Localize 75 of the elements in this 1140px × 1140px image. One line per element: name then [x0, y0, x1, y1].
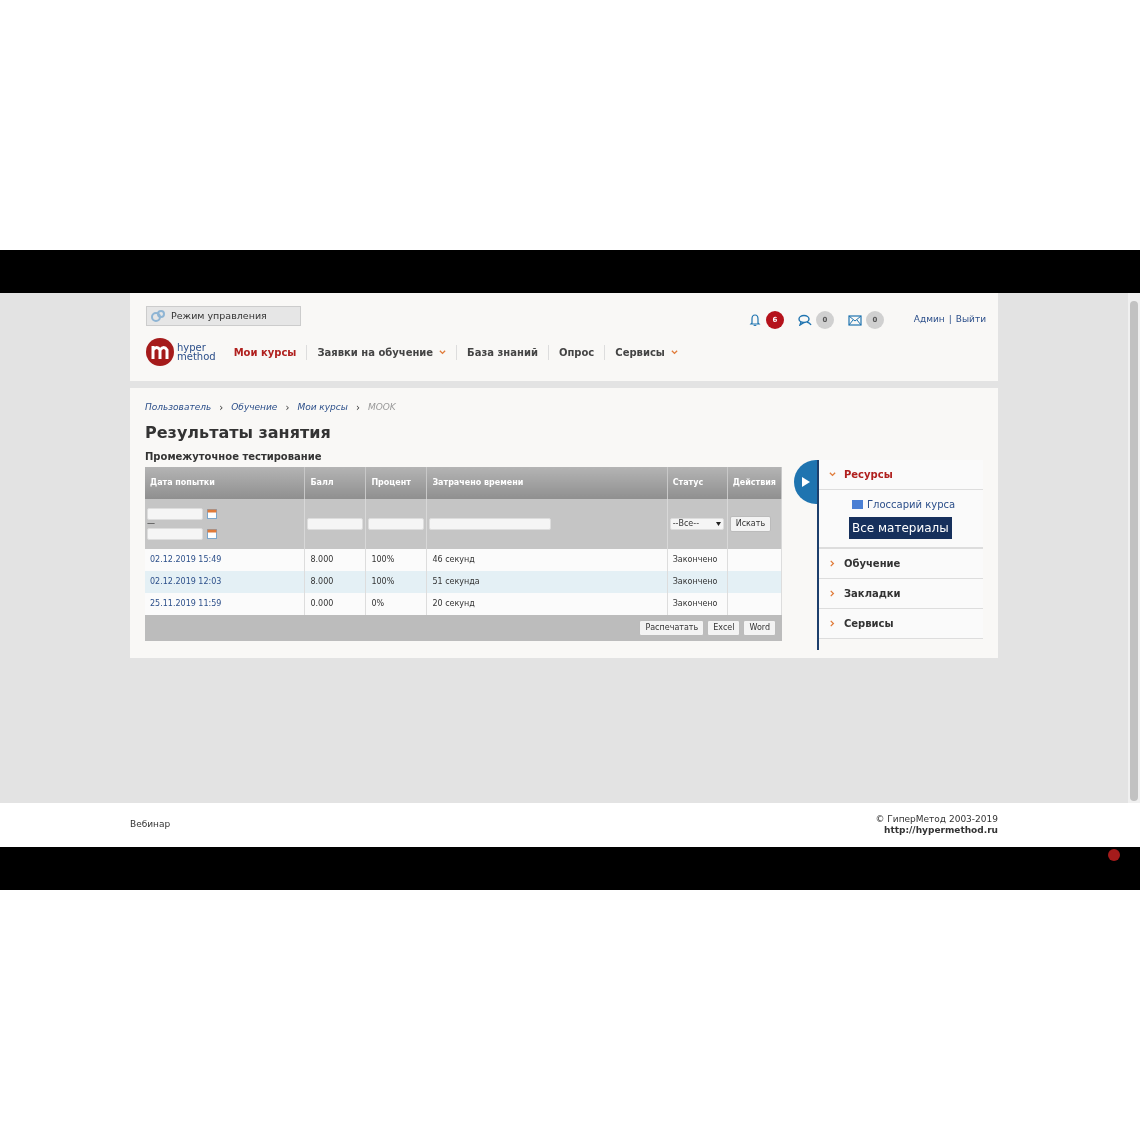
date-separator: — [147, 520, 156, 528]
search-button[interactable]: Искать [729, 516, 772, 532]
filter-field[interactable] [429, 517, 552, 530]
column-header: Затрачено времени [426, 467, 668, 499]
table-cell[interactable]: 02.12.2019 15:49 [145, 549, 305, 571]
copyright-text: © ГиперМетод 2003-2019 [875, 814, 998, 825]
logo-text: hyper method [177, 343, 216, 361]
nav-link[interactable]: Мои курсы [223, 344, 308, 360]
sidebar-subitem[interactable]: Глоссарий курса [849, 496, 959, 513]
logout-link[interactable]: Выйти [955, 313, 986, 327]
scrollbar-thumb[interactable] [1130, 301, 1138, 801]
breadcrumb-separator: › [355, 401, 360, 415]
sidebar-item[interactable]: Сервисы [819, 609, 983, 639]
column-header: Действия [727, 467, 782, 499]
filter-field[interactable] [368, 517, 425, 530]
table-cell: 8.000 [304, 571, 366, 593]
table-cell: 100% [365, 571, 427, 593]
bell-icon[interactable] [747, 314, 762, 326]
table-cell: 51 секунда [426, 571, 668, 593]
chevron-icon [829, 471, 836, 478]
chat-icon[interactable] [797, 314, 812, 326]
nav-link[interactable]: Заявки на обучение [307, 344, 458, 360]
breadcrumb-separator: › [285, 401, 290, 415]
breadcrumb-link[interactable]: Пользователь [145, 400, 212, 415]
section-subtitle: Промежуточное тестирование [145, 450, 323, 464]
table-cell: Закончено [667, 549, 728, 571]
sidebar-subitem[interactable]: Все материалы [849, 517, 952, 539]
table-cell: 0.000 [304, 593, 366, 615]
chevron-icon [829, 560, 836, 567]
export-button[interactable]: Распечатать [639, 620, 705, 636]
sidebar-toggle[interactable] [794, 460, 817, 504]
table-cell: 0% [365, 593, 427, 615]
management-mode-button[interactable]: Режим управления [146, 306, 301, 326]
export-button[interactable]: Word [743, 620, 776, 636]
export-button[interactable]: Excel [707, 620, 741, 636]
document-icon [852, 500, 863, 509]
table-cell[interactable]: 25.11.2019 11:59 [145, 593, 305, 615]
calendar-icon[interactable] [207, 529, 217, 539]
nav-link[interactable]: База знаний [457, 344, 549, 360]
table-cell: 20 секунд [426, 593, 668, 615]
mail-icon[interactable] [847, 314, 862, 326]
calendar-icon[interactable] [207, 509, 217, 519]
table-cell[interactable]: 02.12.2019 12:03 [145, 571, 305, 593]
play-icon [801, 477, 810, 487]
table-cell: Закончено [667, 593, 728, 615]
breadcrumb-link[interactable]: Обучение [231, 400, 278, 415]
site-link[interactable]: http://hypermethod.ru [875, 825, 998, 836]
column-header: Балл [304, 467, 366, 499]
chevron-icon [439, 348, 447, 356]
table-cell: 100% [365, 549, 427, 571]
date-to-field[interactable] [147, 528, 203, 540]
table-cell: 46 секунд [426, 549, 668, 571]
separator-text: | [948, 313, 952, 327]
filter-field[interactable] [307, 517, 364, 530]
status-select[interactable]: --Все-- [669, 518, 724, 530]
footer-link[interactable]: Вебинар [130, 818, 171, 832]
column-header: Статус [667, 467, 728, 499]
sidebar-item[interactable]: Ресурсы [819, 460, 983, 490]
chevron-icon [829, 620, 836, 627]
breadcrumb-separator: › [219, 401, 224, 415]
page-title: Результаты занятия [145, 422, 332, 444]
user-link[interactable]: Админ [913, 313, 945, 327]
column-header: Дата попытки [145, 467, 305, 499]
column-header: Процент [365, 467, 427, 499]
table-cell: 8.000 [304, 549, 366, 571]
dropdown-arrow-icon [715, 522, 721, 526]
chevron-icon [829, 590, 836, 597]
breadcrumb-link[interactable]: Мои курсы [297, 400, 348, 415]
nav-link[interactable]: Опрос [548, 344, 606, 360]
sidebar-item[interactable]: Обучение [819, 549, 983, 579]
chevron-icon [670, 348, 678, 356]
table-cell: Закончено [667, 571, 728, 593]
nav-link[interactable]: Сервисы [605, 344, 688, 360]
sidebar-item[interactable]: Закладки [819, 579, 983, 609]
date-from-field[interactable] [147, 508, 203, 520]
